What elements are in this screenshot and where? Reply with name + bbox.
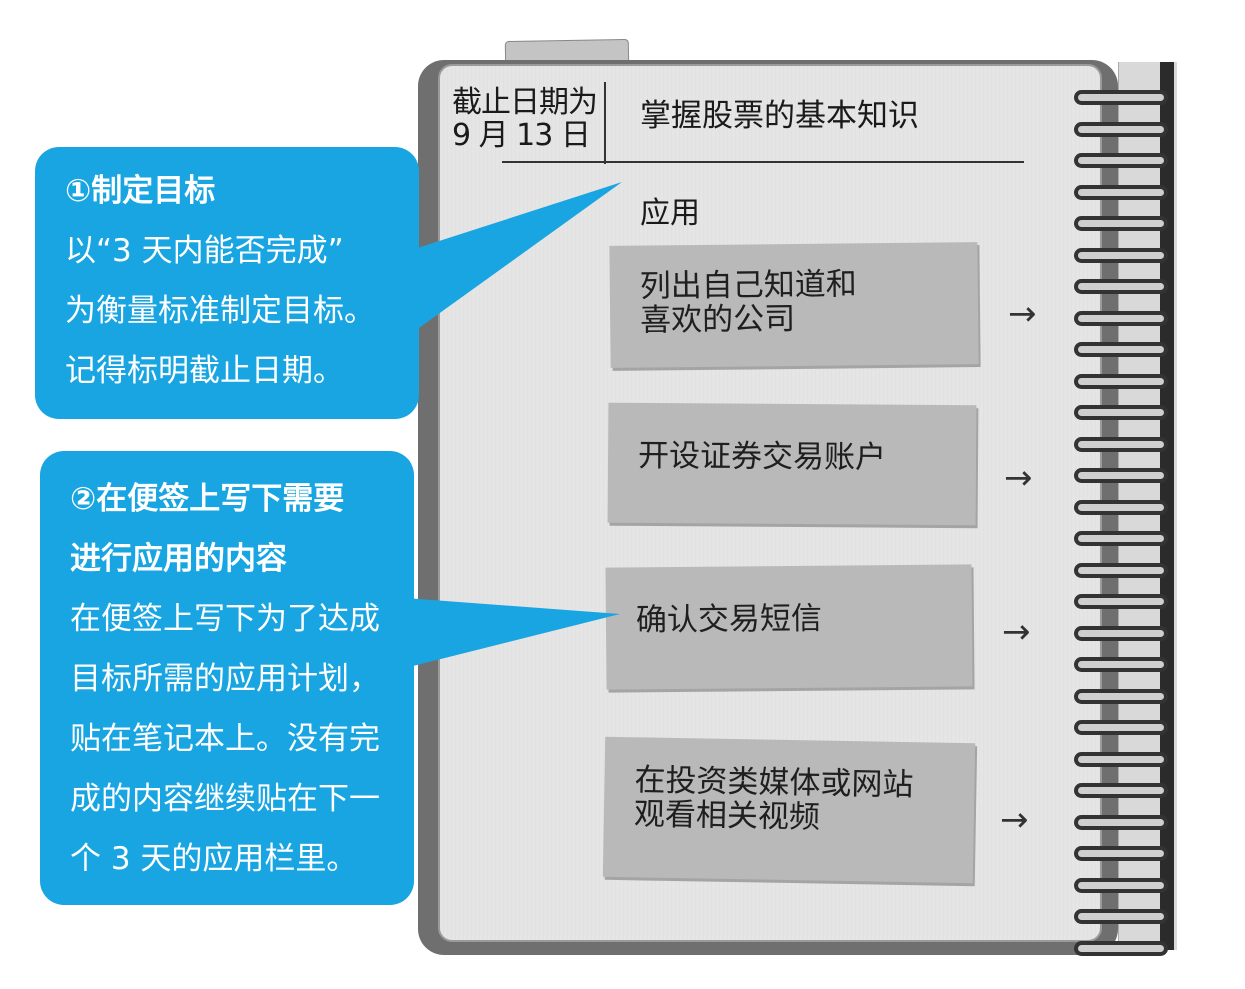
- callout-2-body-line-4: 成的内容继续贴在下一: [70, 781, 380, 817]
- callout-1-pointer: [405, 182, 622, 338]
- callout-1-body-line-3: 记得标明截止日期。: [65, 353, 344, 389]
- callout-2-body-line-1: 在便签上写下为了达成: [70, 601, 380, 637]
- callout-1: ①制定目标 以“3 天内能否完成” 为衡量标准制定目标。 记得标明截止日期。: [35, 147, 419, 419]
- callout-2-title-line-1: ②在便签上写下需要: [70, 481, 345, 517]
- callout-2-pointer: [405, 598, 620, 668]
- callout-1-body-line-1: 以“3 天内能否完成”: [65, 233, 344, 269]
- callout-1-title: ①制定目标: [65, 173, 216, 209]
- callout-2-title-line-2: 进行应用的内容: [70, 541, 287, 577]
- callout-2-body-line-5: 个 3 天的应用栏里。: [70, 841, 358, 877]
- callout-2-body-line-2: 目标所需的应用计划，: [70, 661, 380, 697]
- callout-2-body-line-3: 贴在笔记本上。没有完: [70, 721, 380, 757]
- callout-1-body-line-2: 为衡量标准制定目标。: [65, 293, 375, 329]
- callout-2: ②在便签上写下需要 进行应用的内容 在便签上写下为了达成 目标所需的应用计划， …: [40, 451, 414, 905]
